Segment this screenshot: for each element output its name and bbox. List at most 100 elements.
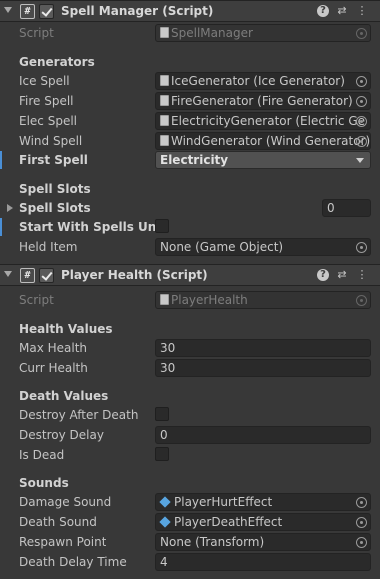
- script-row: Script SpellManager: [0, 23, 380, 43]
- player-health-enabled-checkbox[interactable]: [39, 268, 54, 283]
- start-with-spells-checkbox[interactable]: [155, 219, 169, 233]
- curr-health-label: Curr Health: [19, 361, 88, 375]
- script-file-icon: [160, 135, 169, 146]
- spell-slots-row[interactable]: Spell Slots 0: [0, 198, 380, 218]
- object-picker-icon[interactable]: [356, 517, 367, 528]
- prefab-cube-icon: [159, 496, 171, 508]
- ice-spell-field[interactable]: IceGenerator (Ice Generator): [155, 72, 371, 90]
- collapse-arrow-icon[interactable]: [4, 271, 12, 277]
- destroy-after-death-checkbox[interactable]: [155, 407, 169, 421]
- max-health-row: Max Health 30: [0, 338, 380, 358]
- elec-spell-label: Elec Spell: [19, 114, 77, 128]
- help-icon[interactable]: ?: [317, 269, 329, 281]
- destroy-delay-input[interactable]: 0: [155, 426, 371, 444]
- script-value: PlayerHealth: [171, 293, 248, 307]
- presets-icon[interactable]: ⇄: [335, 268, 349, 282]
- object-picker-icon[interactable]: [356, 96, 367, 107]
- object-picker-icon[interactable]: [356, 76, 367, 87]
- script-field[interactable]: PlayerHealth: [155, 291, 371, 309]
- death-delay-input[interactable]: 4: [155, 553, 371, 571]
- script-file-icon: [160, 75, 169, 86]
- death-sound-value: PlayerDeathEffect: [174, 515, 283, 529]
- damage-sound-row: Damage Sound PlayerHurtEffect: [0, 492, 380, 512]
- elec-spell-field[interactable]: ElectricityGenerator (Electric Ge: [155, 112, 371, 130]
- destroy-delay-row: Destroy Delay 0: [0, 425, 380, 445]
- fire-spell-label: Fire Spell: [19, 94, 74, 108]
- death-sound-field[interactable]: PlayerDeathEffect: [155, 513, 371, 531]
- damage-sound-value: PlayerHurtEffect: [174, 495, 273, 509]
- destroy-after-death-label: Destroy After Death: [19, 408, 139, 422]
- generators-header: Generators: [19, 55, 95, 69]
- wind-spell-row: Wind Spell WindGenerator (Wind Generator…: [0, 131, 380, 151]
- curr-health-input[interactable]: 30: [155, 359, 371, 377]
- spell-slots-label: Spell Slots: [19, 201, 91, 215]
- presets-icon[interactable]: ⇄: [335, 4, 349, 18]
- object-picker-icon[interactable]: [356, 136, 367, 147]
- collapse-arrow-icon[interactable]: [4, 7, 12, 13]
- respawn-point-value: None (Transform): [160, 535, 265, 549]
- ice-spell-value: IceGenerator (Ice Generator): [171, 74, 345, 88]
- foldout-arrow-icon[interactable]: [7, 204, 13, 212]
- held-item-row: Held Item None (Game Object): [0, 237, 380, 257]
- script-file-icon: [160, 95, 169, 106]
- object-picker-icon[interactable]: [356, 242, 367, 253]
- script-file-icon: [160, 115, 169, 126]
- object-picker-icon[interactable]: [356, 295, 367, 306]
- context-menu-icon[interactable]: ⋮: [355, 4, 369, 18]
- prefab-cube-icon: [159, 516, 171, 528]
- elec-spell-value: ElectricityGenerator (Electric Ge: [171, 114, 366, 128]
- destroy-delay-label: Destroy Delay: [19, 428, 104, 442]
- script-label: Script: [19, 293, 54, 307]
- held-item-label: Held Item: [19, 240, 78, 254]
- first-spell-label: First Spell: [19, 153, 88, 167]
- max-health-input[interactable]: 30: [155, 339, 371, 357]
- script-icon: #: [20, 4, 35, 19]
- death-delay-row: Death Delay Time 4: [0, 552, 380, 572]
- start-with-spells-row: Start With Spells Unloc: [0, 217, 380, 237]
- component-title: Player Health (Script): [61, 268, 208, 282]
- context-menu-icon[interactable]: ⋮: [355, 268, 369, 282]
- respawn-point-field[interactable]: None (Transform): [155, 533, 371, 551]
- wind-spell-value: WindGenerator (Wind Generator): [171, 134, 371, 148]
- first-spell-dropdown[interactable]: Electricity: [155, 151, 371, 169]
- spell-manager-enabled-checkbox[interactable]: [39, 4, 54, 19]
- object-picker-icon[interactable]: [356, 497, 367, 508]
- player-health-header[interactable]: # Player Health (Script) ? ⇄ ⋮: [0, 264, 380, 286]
- held-item-value: None (Game Object): [160, 240, 284, 254]
- death-sound-label: Death Sound: [19, 515, 97, 529]
- script-row: Script PlayerHealth: [0, 290, 380, 310]
- spell-slots-size-field[interactable]: 0: [322, 199, 371, 217]
- first-spell-row: First Spell Electricity: [0, 150, 380, 170]
- elec-spell-row: Elec Spell ElectricityGenerator (Electri…: [0, 111, 380, 131]
- modified-indicator: [0, 218, 2, 236]
- script-file-icon: [160, 27, 169, 38]
- is-dead-checkbox[interactable]: [155, 447, 169, 461]
- spell-manager-header[interactable]: # Spell Manager (Script) ? ⇄ ⋮: [0, 0, 380, 22]
- max-health-label: Max Health: [19, 341, 88, 355]
- object-picker-icon[interactable]: [356, 537, 367, 548]
- script-field[interactable]: SpellManager: [155, 24, 371, 42]
- death-values-header: Death Values: [19, 389, 109, 403]
- curr-health-row: Curr Health 30: [0, 358, 380, 378]
- script-label: Script: [19, 26, 54, 40]
- sounds-header: Sounds: [19, 476, 69, 490]
- script-file-icon: [160, 294, 169, 305]
- destroy-after-death-row: Destroy After Death: [0, 405, 380, 425]
- wind-spell-label: Wind Spell: [19, 134, 83, 148]
- held-item-field[interactable]: None (Game Object): [155, 238, 371, 256]
- object-picker-icon[interactable]: [356, 116, 367, 127]
- fire-spell-row: Fire Spell FireGenerator (Fire Generator…: [0, 91, 380, 111]
- fire-spell-field[interactable]: FireGenerator (Fire Generator): [155, 92, 371, 110]
- is-dead-row: Is Dead: [0, 445, 380, 465]
- respawn-point-row: Respawn Point None (Transform): [0, 532, 380, 552]
- object-picker-icon[interactable]: [356, 28, 367, 39]
- start-with-spells-label: Start With Spells Unloc: [19, 220, 155, 234]
- wind-spell-field[interactable]: WindGenerator (Wind Generator): [155, 132, 371, 150]
- ice-spell-row: Ice Spell IceGenerator (Ice Generator): [0, 71, 380, 91]
- help-icon[interactable]: ?: [317, 5, 329, 17]
- first-spell-value: Electricity: [160, 153, 229, 167]
- damage-sound-label: Damage Sound: [19, 495, 112, 509]
- modified-indicator: [0, 151, 2, 169]
- damage-sound-field[interactable]: PlayerHurtEffect: [155, 493, 371, 511]
- spell-slots-header: Spell Slots: [19, 182, 91, 196]
